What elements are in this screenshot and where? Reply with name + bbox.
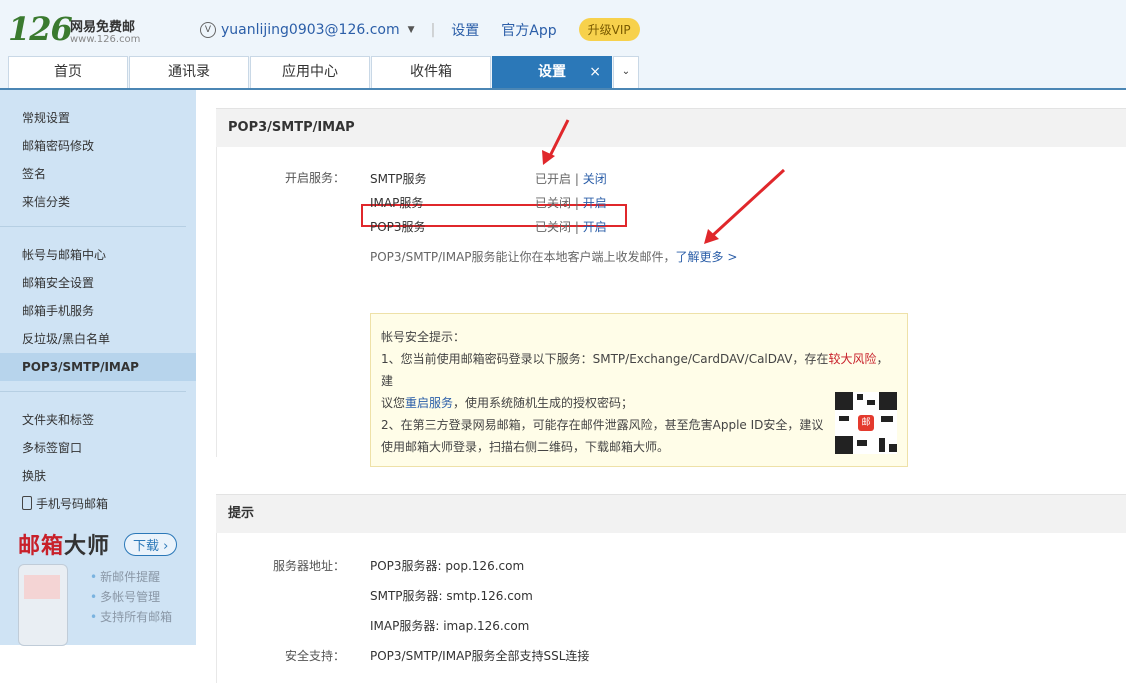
annotation-arrows xyxy=(542,119,786,244)
ssl-support-text: POP3/SMTP/IMAP服务全部支持SSL连接 xyxy=(370,649,590,663)
security-support-label: 安全支持： xyxy=(284,649,345,663)
arrow-to-smtp-box xyxy=(542,119,570,165)
arrow-to-learn-more xyxy=(704,168,786,244)
